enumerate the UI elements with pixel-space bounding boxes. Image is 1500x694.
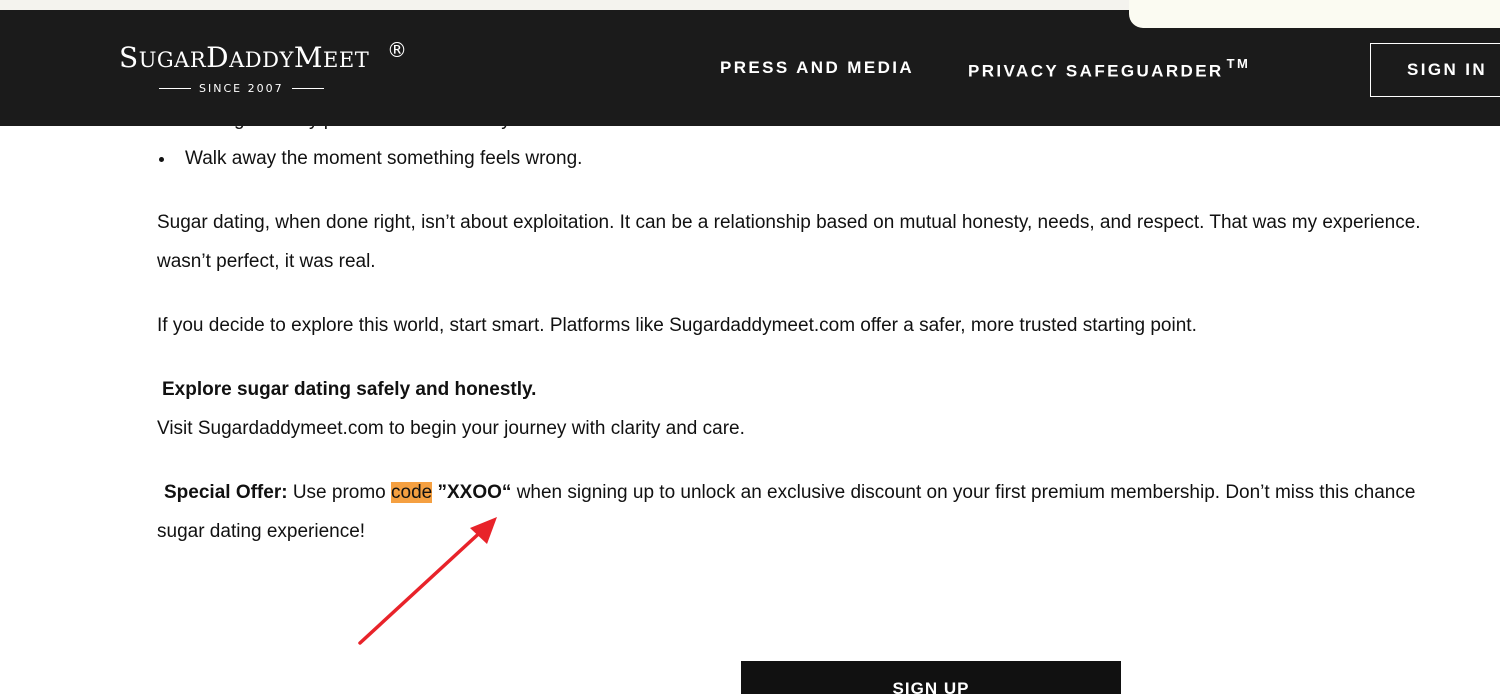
trademark-mark: TM	[1226, 56, 1251, 71]
sign-in-button[interactable]: SIGN IN	[1370, 43, 1500, 97]
sign-up-button[interactable]: SIGN UP	[741, 661, 1121, 694]
paragraph-experience-line2: wasn’t perfect, it was real.	[157, 251, 376, 272]
tagline-rule-left	[159, 88, 191, 89]
paragraph-experience: Sugar dating, when done right, isn’t abo…	[157, 203, 1500, 281]
article-body: Don't give away personal details easily.…	[157, 100, 1500, 551]
tagline-rule-right	[291, 88, 324, 89]
paragraph-explore: If you decide to explore this world, sta…	[157, 315, 1197, 336]
logo-wordmark: SUGARDADDYMEET	[119, 41, 370, 74]
special-offer-label: Special Offer:	[164, 482, 288, 503]
special-offer-line2: sugar dating experience!	[157, 521, 366, 542]
registered-mark: ®	[387, 38, 407, 62]
popup-edge	[1129, 0, 1500, 28]
special-offer: Special Offer: Use promo code ”XXOO“ whe…	[157, 473, 1500, 551]
nav-privacy-label: PRIVACY SAFEGUARDER	[968, 61, 1224, 81]
paragraph-experience-line1: Sugar dating, when done right, isn’t abo…	[157, 212, 1421, 233]
special-offer-line1: Special Offer: Use promo code ”XXOO“ whe…	[157, 482, 1415, 503]
highlighted-word: code	[391, 482, 433, 503]
promo-code: ”XXOO“	[432, 482, 512, 503]
logo-tagline-text: SINCE 2007	[199, 82, 284, 95]
offer-text-before: Use promo	[287, 482, 392, 503]
cta-block: Explore sugar dating safely and honestly…	[157, 370, 1500, 448]
list-item: Walk away the moment something feels wro…	[157, 139, 1500, 178]
site-logo[interactable]: SUGARDADDYMEET ® SINCE 2007	[119, 38, 419, 100]
cta-text: Visit Sugardaddymeet.com to begin your j…	[157, 418, 745, 439]
logo-tagline: SINCE 2007	[159, 82, 324, 95]
offer-text-after: when signing up to unlock an exclusive d…	[511, 482, 1416, 503]
nav-press-and-media[interactable]: PRESS AND MEDIA	[720, 58, 914, 78]
nav-privacy-safeguarder[interactable]: PRIVACY SAFEGUARDER TM	[968, 56, 1251, 82]
cta-heading: Explore sugar dating safely and honestly…	[162, 379, 537, 400]
page: SUGARDADDYMEET ® SINCE 2007 PRESS AND ME…	[0, 0, 1500, 694]
